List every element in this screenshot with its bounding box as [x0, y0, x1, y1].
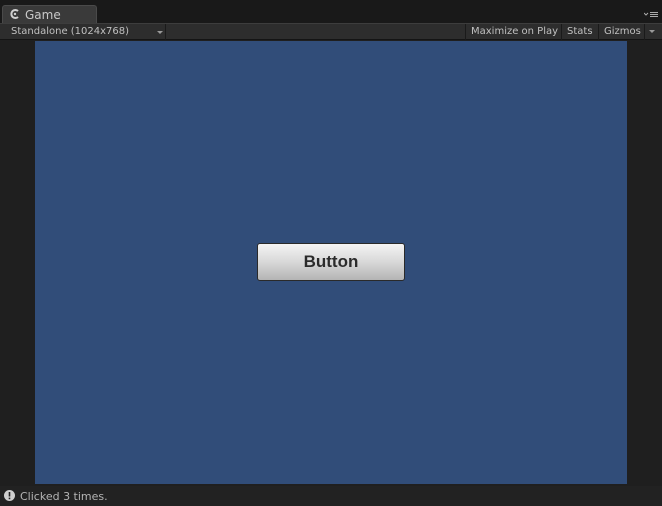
- unity-game-icon: [10, 9, 19, 19]
- panel-menu-icon[interactable]: [644, 10, 658, 19]
- status-message: Clicked 3 times.: [20, 490, 108, 503]
- game-viewport: Button: [35, 41, 627, 484]
- game-button[interactable]: Button: [257, 243, 405, 281]
- gizmos-toggle[interactable]: Gizmos: [598, 24, 644, 40]
- maximize-on-play-toggle[interactable]: Maximize on Play: [465, 24, 561, 40]
- resolution-label: Standalone (1024x768): [11, 26, 130, 37]
- info-icon: [4, 490, 15, 501]
- tab-bar: Game: [0, 0, 662, 23]
- chevron-down-icon: [157, 31, 163, 34]
- tab-label: Game: [25, 8, 61, 22]
- stats-toggle[interactable]: Stats: [561, 24, 598, 40]
- status-bar: Clicked 3 times.: [0, 486, 662, 506]
- game-toolbar: Standalone (1024x768) Maximize on Play S…: [0, 23, 662, 40]
- resolution-dropdown[interactable]: Standalone (1024x768): [0, 24, 166, 40]
- chevron-down-icon: [649, 30, 655, 33]
- tab-game[interactable]: Game: [2, 5, 97, 23]
- gizmos-dropdown[interactable]: [644, 24, 658, 40]
